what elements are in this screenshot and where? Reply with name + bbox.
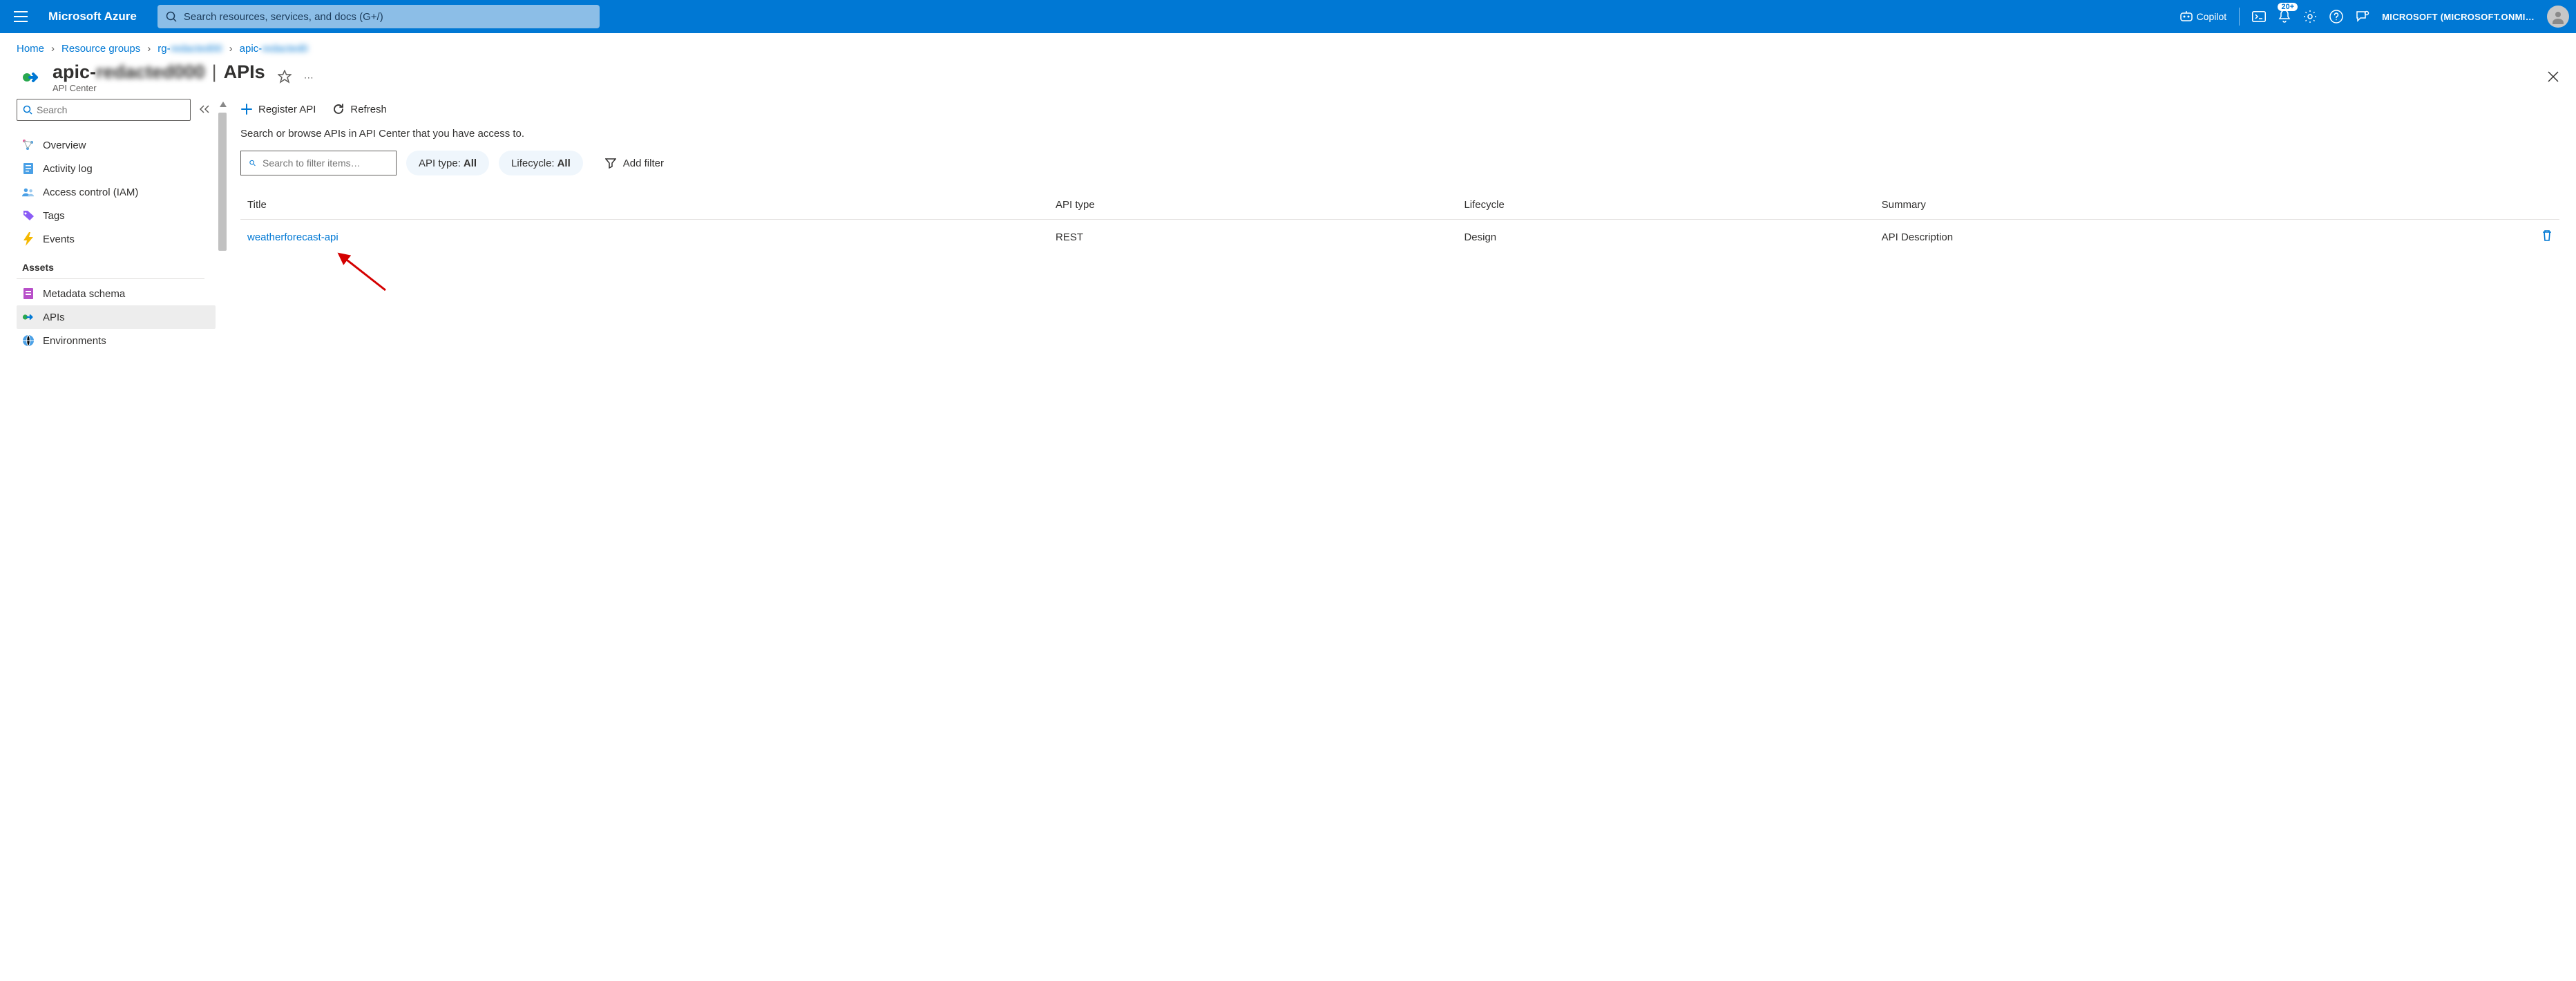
activitylog-icon (22, 162, 35, 175)
filter-lifecycle[interactable]: Lifecycle : All (499, 151, 583, 175)
sidebar-item-access-control[interactable]: Access control (IAM) (17, 180, 216, 204)
summary-cell: API Description (1875, 220, 2532, 255)
sidebar-item-label: Tags (43, 210, 65, 222)
cloud-shell-button[interactable] (2252, 11, 2266, 22)
events-icon (22, 233, 35, 245)
collapse-sidebar-icon[interactable] (199, 104, 210, 116)
chevron-right-icon: › (51, 43, 55, 55)
filter-search-input[interactable] (263, 158, 388, 169)
lifecycle-cell: Design (1457, 220, 1874, 255)
filter-api-type[interactable]: API type : All (406, 151, 489, 175)
api-title-link[interactable]: weatherforecast-api (247, 231, 338, 243)
environments-icon (22, 334, 35, 347)
sidebar-item-label: Environments (43, 335, 106, 347)
delete-button[interactable] (2541, 233, 2553, 245)
page-title: APIs (224, 61, 265, 83)
copilot-button[interactable]: Copilot (2180, 10, 2227, 23)
sidebar-item-label: APIs (43, 312, 65, 323)
chevron-right-icon: › (229, 43, 233, 55)
col-title[interactable]: Title (240, 191, 1049, 220)
add-filter-button[interactable]: Add filter (593, 151, 676, 175)
sidebar-item-metadata-schema[interactable]: Metadata schema (17, 282, 216, 305)
sidebar-item-apis[interactable]: APIs (17, 305, 216, 329)
apis-icon (22, 311, 35, 323)
tags-icon (22, 209, 35, 222)
title-separator: | (212, 61, 217, 83)
sidebar-item-label: Access control (IAM) (43, 187, 138, 198)
sidebar-item-overview[interactable]: Overview (17, 133, 216, 157)
search-icon (166, 11, 177, 22)
global-search-input[interactable] (184, 11, 591, 23)
api-center-icon (17, 63, 46, 92)
breadcrumb-resource-groups[interactable]: Resource groups (61, 43, 140, 55)
breadcrumb: Home › Resource groups › rg-redacted00 ›… (0, 33, 2576, 59)
body: Overview Activity log Access control (IA… (0, 99, 2576, 366)
avatar[interactable] (2547, 6, 2569, 28)
breadcrumb-home[interactable]: Home (17, 43, 44, 55)
close-button[interactable] (2547, 70, 2559, 85)
topbar: Microsoft Azure Copilot 20+ MICROSOFT (M… (0, 0, 2576, 33)
hamburger-menu[interactable] (7, 11, 35, 22)
feedback-button[interactable] (2356, 10, 2369, 23)
table-header-row: Title API type Lifecycle Summary (240, 191, 2559, 220)
toolbar: Register API Refresh (240, 99, 2559, 128)
settings-button[interactable] (2303, 10, 2317, 23)
breadcrumb-apic[interactable]: apic-redacted0 (240, 43, 308, 55)
description-text: Search or browse APIs in API Center that… (240, 128, 2559, 140)
notification-badge: 20+ (2278, 3, 2298, 11)
table-row: weatherforecast-api REST Design API Desc… (240, 220, 2559, 255)
annotation-arrow (337, 252, 2576, 296)
api-type-cell: REST (1049, 220, 1457, 255)
account-label[interactable]: MICROSOFT (MICROSOFT.ONMI… (2382, 12, 2535, 22)
brand[interactable]: Microsoft Azure (48, 10, 137, 23)
sidebar-item-label: Events (43, 234, 75, 245)
sidebar-item-events[interactable]: Events (17, 227, 216, 251)
favorite-star-icon[interactable] (278, 70, 292, 86)
sidebar-item-label: Activity log (43, 163, 93, 175)
notifications-button[interactable]: 20+ (2278, 10, 2291, 23)
register-api-button[interactable]: Register API (240, 103, 316, 115)
sidebar-item-label: Metadata schema (43, 288, 125, 300)
more-button[interactable]: ⋯ (304, 72, 315, 84)
apis-table: Title API type Lifecycle Summary weather… (240, 191, 2559, 255)
filter-bar: API type : All Lifecycle : All Add filte… (240, 151, 2559, 175)
metadata-icon (22, 287, 35, 300)
global-search[interactable] (158, 5, 600, 28)
filter-icon (605, 158, 616, 169)
sidebar-search[interactable] (17, 99, 191, 121)
main-content: Register API Refresh Search or browse AP… (229, 99, 2576, 366)
separator (2239, 8, 2240, 26)
sidebar-item-activity-log[interactable]: Activity log (17, 157, 216, 180)
overview-icon (22, 139, 35, 151)
breadcrumb-rg[interactable]: rg-redacted00 (158, 43, 222, 55)
accesscontrol-icon (22, 186, 35, 198)
filter-search[interactable] (240, 151, 397, 175)
sidebar-item-tags[interactable]: Tags (17, 204, 216, 227)
sidebar-search-input[interactable] (37, 104, 184, 115)
col-summary[interactable]: Summary (1875, 191, 2532, 220)
col-lifecycle[interactable]: Lifecycle (1457, 191, 1874, 220)
sidebar-item-label: Overview (43, 140, 86, 151)
scrollbar[interactable] (216, 99, 229, 366)
sidebar-item-environments[interactable]: Environments (17, 329, 216, 352)
col-api-type[interactable]: API type (1049, 191, 1457, 220)
refresh-button[interactable]: Refresh (332, 103, 387, 115)
help-button[interactable] (2329, 10, 2343, 23)
sidebar: Overview Activity log Access control (IA… (0, 99, 216, 366)
resource-name: apic-redacted000 (53, 61, 205, 83)
page-header: apic-redacted000 | APIs API Center ⋯ (0, 59, 2576, 99)
chevron-right-icon: › (147, 43, 151, 55)
sidebar-section-assets: Assets (17, 251, 204, 279)
service-subtitle: API Center (53, 83, 265, 93)
